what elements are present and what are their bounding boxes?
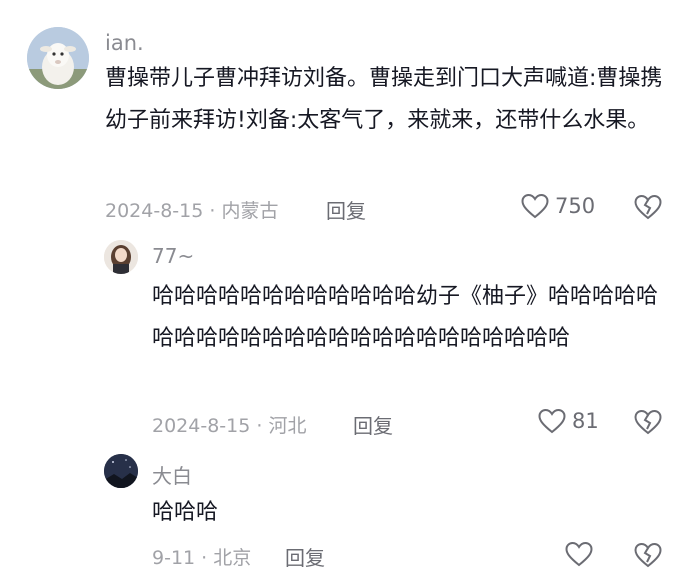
avatar[interactable] [104, 454, 138, 488]
comment-meta: 2024-8-15 · 河北 [152, 415, 307, 437]
username[interactable]: ian. [105, 31, 144, 55]
broken-heart-icon [634, 194, 662, 220]
comment-meta: 2024-8-15 · 内蒙古 [105, 200, 279, 222]
like-button[interactable]: 81 [538, 408, 599, 434]
goat-avatar-icon [27, 27, 89, 89]
avatar[interactable] [27, 27, 89, 89]
comment-date: 9-11 [152, 547, 196, 569]
comment-date: 2024-8-15 [105, 200, 204, 222]
comment-location: 北京 [213, 547, 252, 569]
comment-text: 哈哈哈 [152, 500, 219, 525]
like-count: 750 [555, 194, 596, 218]
dislike-button[interactable] [634, 542, 662, 568]
comment-text: 哈哈哈哈哈哈哈哈哈哈哈哈幼子《柚子》哈哈哈哈哈哈哈哈哈哈哈哈哈哈哈哈哈哈哈哈哈哈… [152, 284, 659, 351]
like-button[interactable] [565, 541, 599, 567]
night-sky-avatar-icon [104, 454, 138, 488]
comment-location: 内蒙古 [221, 200, 279, 222]
heart-outline-icon [538, 408, 566, 434]
comment-meta: 9-11 · 北京 [152, 547, 252, 569]
girl-avatar-icon [104, 240, 138, 274]
broken-heart-icon [634, 542, 662, 568]
broken-heart-icon [634, 409, 662, 435]
comment-location: 河北 [268, 415, 307, 437]
heart-outline-icon [521, 193, 549, 219]
avatar[interactable] [104, 240, 138, 274]
reply-button[interactable]: 回复 [326, 195, 366, 224]
like-button[interactable]: 750 [521, 193, 595, 219]
like-count: 81 [572, 409, 599, 433]
comment-text: 曹操带儿子曹冲拜访刘备。曹操走到门口大声喊道:曹操携幼子前来拜访!刘备:太客气了… [105, 66, 663, 133]
reply-button[interactable]: 回复 [353, 410, 393, 439]
heart-outline-icon [565, 541, 593, 567]
dislike-button[interactable] [634, 194, 662, 220]
comment-date: 2024-8-15 [152, 415, 251, 437]
username[interactable]: 大白 [152, 460, 192, 489]
dislike-button[interactable] [634, 409, 662, 435]
username[interactable]: 77~ [152, 244, 194, 268]
reply-button[interactable]: 回复 [285, 542, 325, 571]
